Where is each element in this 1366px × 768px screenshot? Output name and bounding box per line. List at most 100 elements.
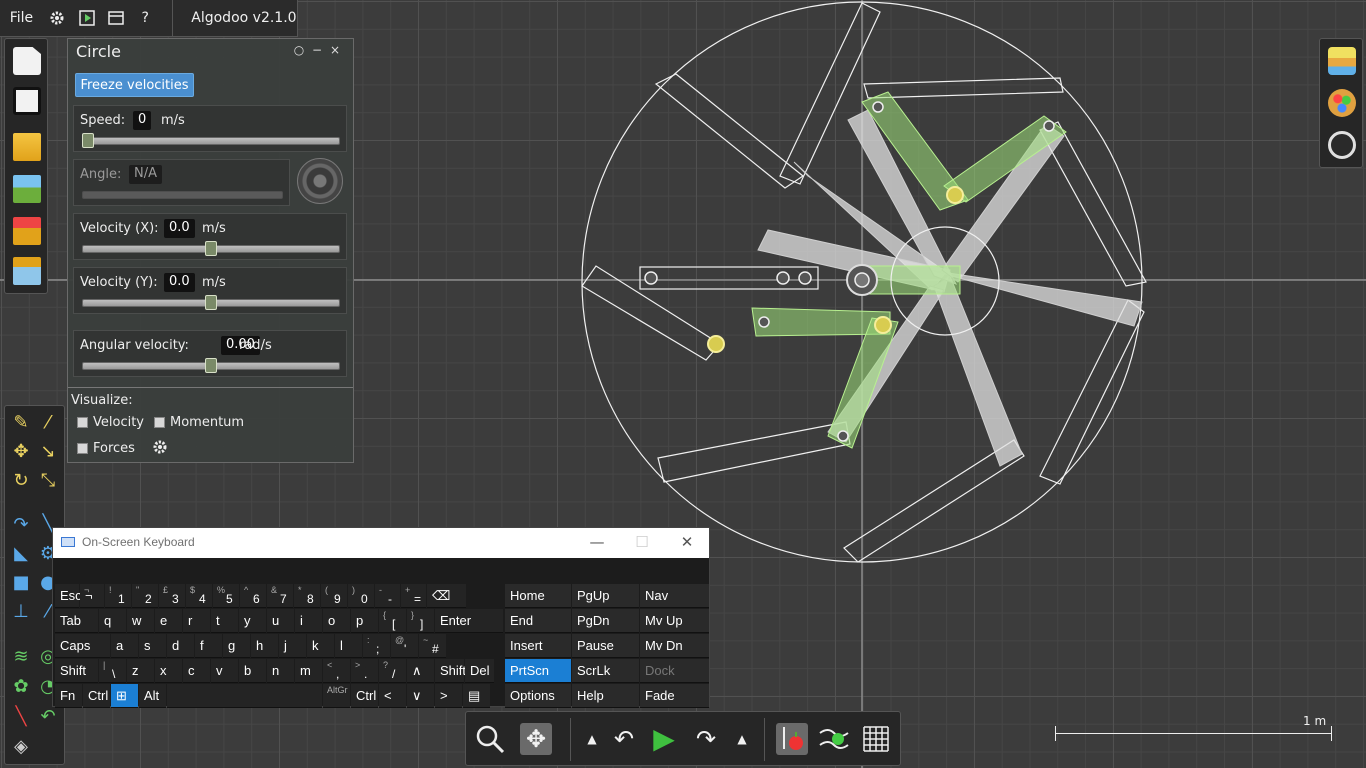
window-icon[interactable] (101, 0, 130, 37)
panel-pin-icon[interactable]: ○ (292, 43, 306, 57)
panel-minimize-icon[interactable]: − (310, 43, 324, 57)
osk-title-bar[interactable]: On-Screen Keyboard — ☐ ✕ (53, 528, 709, 558)
osk-key[interactable]: < (379, 684, 406, 708)
osk-key[interactable]: n (267, 659, 294, 683)
axle-marker[interactable] (846, 264, 878, 296)
osk-key[interactable]: ⌫ (427, 584, 466, 608)
osk-key[interactable]: @ ' (391, 634, 418, 658)
palette-icon[interactable] (1328, 89, 1356, 117)
osk-nav-key[interactable]: Dock (640, 659, 709, 683)
osk-key[interactable]: f (195, 634, 222, 658)
scale-tool-icon[interactable]: ⤡ (37, 470, 59, 492)
osk-key[interactable]: ! 1 (105, 584, 131, 608)
plane-tool-icon[interactable]: ⊥ (10, 601, 32, 623)
osk-key[interactable]: o (323, 609, 350, 633)
osk-key[interactable]: -- (375, 584, 400, 608)
osk-key[interactable]: | \ (99, 659, 126, 683)
osk-key[interactable]: {[ (379, 609, 406, 633)
laser-tool-icon[interactable]: ╲ (10, 706, 32, 728)
polygon-tool-icon[interactable]: ◣ (10, 543, 32, 565)
rotate-tool-icon[interactable]: ↻ (10, 470, 32, 492)
play-icon[interactable]: ▶ (648, 723, 680, 755)
momentum-checkbox-box[interactable] (154, 417, 165, 428)
osk-key[interactable]: j (279, 634, 306, 658)
osk-key[interactable]: g (223, 634, 250, 658)
osk-key[interactable]: ∧ (407, 659, 434, 683)
browse-scenes-icon[interactable] (13, 175, 41, 203)
freeze-velocities-button[interactable]: Freeze velocities (75, 73, 194, 97)
osk-key[interactable]: s (139, 634, 166, 658)
angular-velocity-slider-knob[interactable] (205, 358, 217, 373)
osk-key[interactable]: q (99, 609, 126, 633)
osk-key[interactable]: Alt (139, 684, 166, 708)
momentum-checkbox[interactable]: Momentum (154, 415, 244, 430)
zoom-icon[interactable] (474, 723, 506, 755)
save-scene-icon[interactable] (13, 87, 41, 115)
osk-key[interactable]: p (351, 609, 378, 633)
osk-key[interactable]: ∨ (407, 684, 434, 708)
thruster-tool-icon[interactable]: ↶ (37, 706, 59, 728)
pan-icon[interactable]: ✥ (520, 723, 552, 755)
osk-nav-key[interactable]: PgDn (572, 609, 639, 633)
osk-key[interactable]: Tab (55, 609, 98, 633)
osk-key[interactable]: h (251, 634, 278, 658)
osk-nav-key[interactable]: Nav (640, 584, 709, 608)
osk-key[interactable]: y (239, 609, 266, 633)
osk-key[interactable]: a (111, 634, 138, 658)
osk-key[interactable]: ¬ ¬ (80, 584, 104, 608)
osk-nav-key[interactable]: Mv Dn (640, 634, 709, 658)
osk-nav-key[interactable]: Insert (505, 634, 571, 658)
osk-key[interactable]: Shift (435, 659, 466, 683)
osk-key[interactable]: ~ # (419, 634, 446, 658)
osk-key[interactable]: Esc (55, 584, 82, 608)
osk-minimize-icon[interactable]: — (587, 533, 607, 551)
osk-nav-key[interactable]: Options (505, 684, 571, 708)
osk-key[interactable]: Fn (55, 684, 82, 708)
spring-tool-icon[interactable]: ≋ (10, 646, 32, 668)
osk-key[interactable]: * 8 (294, 584, 320, 608)
osk-key[interactable]: Ctrl (351, 684, 378, 708)
osk-maximize-icon[interactable]: ☐ (632, 533, 652, 551)
osk-key[interactable]: " 2 (132, 584, 158, 608)
osk-key[interactable]: m (295, 659, 322, 683)
osk-nav-key[interactable]: End (505, 609, 571, 633)
open-recent-icon[interactable] (13, 257, 41, 285)
gravity-icon[interactable] (776, 723, 808, 755)
grid-icon[interactable] (860, 723, 892, 755)
osk-key[interactable]: b (239, 659, 266, 683)
osk-key[interactable]: Caps (55, 634, 110, 658)
osk-key[interactable]: Del (465, 659, 494, 683)
play-scene-icon[interactable] (72, 0, 101, 37)
speed-value[interactable]: 0 (133, 111, 152, 130)
osk-nav-key[interactable]: PgUp (572, 584, 639, 608)
velocity-checkbox-box[interactable] (77, 417, 88, 428)
sketch-tool-icon[interactable]: ✎ (10, 412, 32, 434)
lessons-icon[interactable] (13, 217, 41, 245)
move-tool-icon[interactable]: ✥ (10, 441, 32, 463)
brush-tool-icon[interactable]: ⁄ (37, 412, 59, 434)
osk-close-icon[interactable]: ✕ (677, 533, 697, 551)
osk-key[interactable]: z (127, 659, 154, 683)
osk-key[interactable]: c (183, 659, 210, 683)
osk-key[interactable]: u (267, 609, 294, 633)
redo-icon[interactable]: ↷ (690, 723, 722, 755)
osk-key[interactable]: & 7 (267, 584, 293, 608)
osk-key[interactable]: $4 (186, 584, 212, 608)
osk-nav-key[interactable]: PrtScn (505, 659, 571, 683)
panel-close-icon[interactable]: × (328, 43, 342, 57)
axle-tool-icon[interactable]: ✿ (10, 676, 32, 698)
velocity-y-value[interactable]: 0.0 (164, 273, 195, 292)
velocity-x-slider-knob[interactable] (205, 241, 217, 256)
speed-slider-knob[interactable] (82, 133, 94, 148)
speed-slider[interactable] (82, 137, 340, 145)
osk-key[interactable]: w (127, 609, 154, 633)
new-scene-icon[interactable] (13, 47, 41, 75)
undo-icon[interactable]: ↶ (608, 723, 640, 755)
box-tool-icon[interactable]: ■ (10, 572, 32, 594)
osk-nav-key[interactable]: Help (572, 684, 639, 708)
osk-key[interactable]: ? / (379, 659, 406, 683)
osk-nav-key[interactable]: Mv Up (640, 609, 709, 633)
osk-key[interactable] (167, 684, 322, 708)
osk-key[interactable]: % 5 (213, 584, 239, 608)
osk-key[interactable]: x (155, 659, 182, 683)
